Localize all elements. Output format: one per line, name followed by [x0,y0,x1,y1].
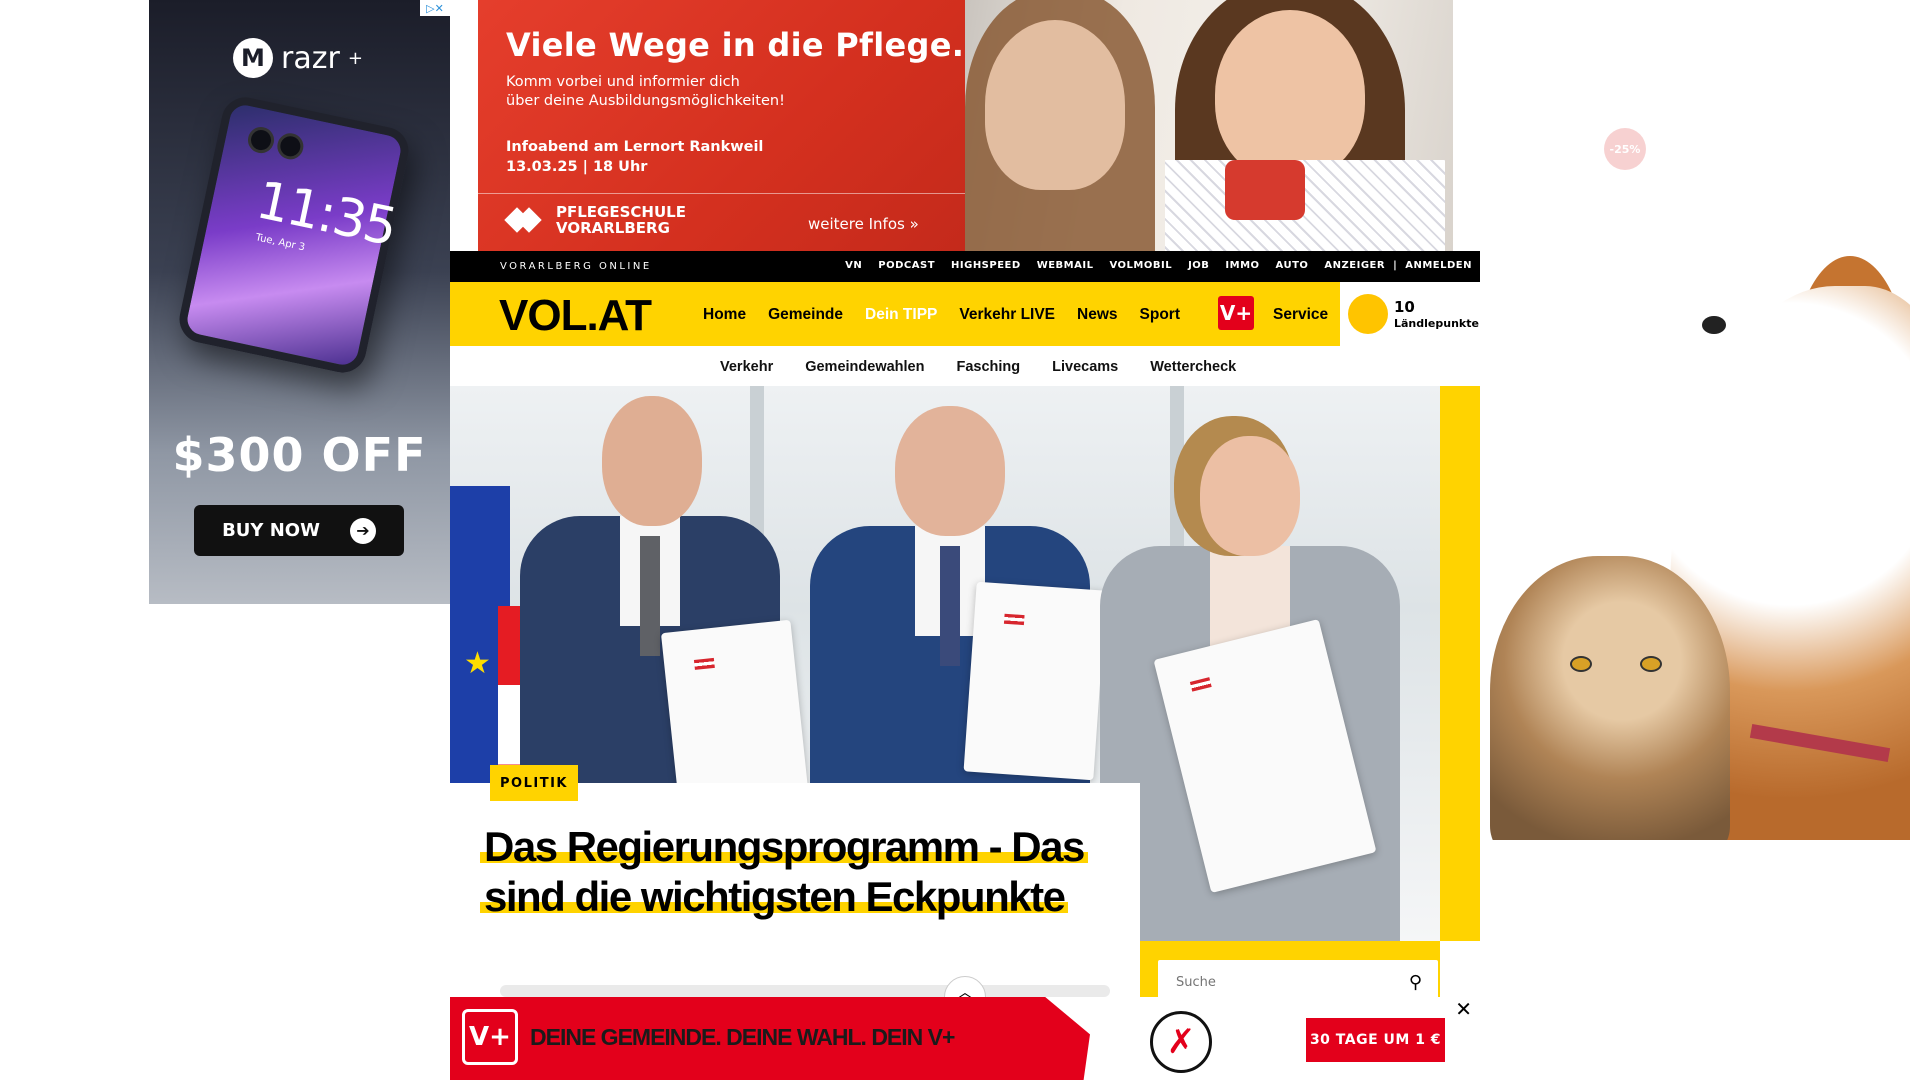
subnav-item-gemeindewahlen[interactable]: Gemeindewahlen [805,359,924,375]
topbar-separator: | [1393,260,1398,271]
brand-sup: + [347,47,363,69]
offer-text: $300 OFF [172,428,427,482]
close-icon[interactable]: ✕ [1455,997,1472,1021]
sub-nav: Verkehr Gemeindewahlen Fasching Livecams… [450,346,1480,386]
hero-side-strip [1440,386,1480,941]
carousel-track[interactable] [500,985,1110,997]
ballot-cross-icon: ✗ [1150,1011,1212,1073]
person-shirt [1165,160,1445,251]
cat-image [1490,556,1730,840]
subnav-item-verkehr[interactable]: Verkehr [720,359,773,375]
buy-now-label: BUY NOW [222,520,320,541]
topbar-link-highspeed[interactable]: HIGHSPEED [951,260,1021,271]
buy-now-button[interactable]: BUY NOW ➔ [194,505,404,556]
arrow-right-icon: ➔ [349,517,376,544]
headline-line: sind die wichtigsten Eckpunkte [480,873,1069,920]
banner-event: Infoabend am Lernort Rankweil 13.03.25 |… [506,137,826,177]
topbar-link-immo[interactable]: IMMO [1225,260,1259,271]
sticky-slogan: DEINE GEMEINDE. DEINE WAHL. DEIN V+ [530,1024,955,1050]
cat-eye [1570,656,1592,672]
person-face [985,20,1125,190]
trial-cta-button[interactable]: 30 TAGE UM 1 € [1306,1018,1445,1062]
school-name-line: VORARLBERG [556,219,670,237]
mountain-sun-icon [1348,294,1388,334]
face [895,406,1005,536]
nav-item-gemeinde[interactable]: Gemeinde [768,306,843,324]
camera-icon [274,130,306,162]
phone-image: 11:35 Tue, Apr 3 [175,92,413,378]
discount-badge[interactable]: -25% [1604,128,1646,170]
category-tag[interactable]: POLITIK [490,765,578,801]
vorarlberg-online-label[interactable]: VORARLBERG ONLINE [500,261,652,272]
banner-photo [965,0,1453,251]
nav-item-home[interactable]: Home [703,306,746,324]
pflege-banner-ad[interactable]: Viele Wege in die Pflege. Komm vorbei un… [478,0,1453,251]
event-date: 13.03.25 | 18 Uhr [506,159,648,175]
banner-subtext: Komm vorbei und informier dich über dein… [506,73,826,111]
topbar-link-anmelden[interactable]: ANMELDEN [1405,260,1472,271]
training-device [1225,160,1305,220]
headline-line: Das Regierungsprogramm - Das [480,823,1088,870]
topbar-link-anzeiger[interactable]: ANZEIGER [1324,260,1385,271]
motorola-brand: M razr + [233,38,363,78]
topbar-link-webmail[interactable]: WEBMAIL [1037,260,1094,271]
topbar-links: VN PODCAST HIGHSPEED WEBMAIL VOLMOBIL JO… [845,260,1472,271]
laendlepunkte-widget[interactable]: 10 Ländlepunkte [1340,282,1480,346]
topbar-link-volmobil[interactable]: VOLMOBIL [1109,260,1172,271]
sub-nav-items: Verkehr Gemeindewahlen Fasching Livecams… [720,359,1236,375]
face [1200,436,1300,556]
face [602,396,702,526]
person-face [1215,10,1365,180]
adchoices-icon[interactable]: ▷✕ [420,0,450,16]
school-name-line: PFLEGESCHULE [556,203,686,221]
points-label: Ländlepunkte [1394,317,1479,330]
brand-name: razr [281,40,340,76]
more-info-link[interactable]: weitere Infos » [808,215,919,233]
main-nav: VOL.AT Home Gemeinde Dein TIPP Verkehr L… [450,282,1480,346]
nav-item-sport[interactable]: Sport [1140,306,1180,324]
tie [940,546,960,666]
vplus-logo: V+ [462,1009,518,1065]
pflegeschule-logo: PFLEGESCHULE VORARLBERG [504,203,686,237]
article-headline[interactable]: Das Regierungsprogramm - Das sind die wi… [480,822,1120,922]
cat-eye [1640,656,1662,672]
nav-item-news[interactable]: News [1077,306,1118,324]
topbar-link-job[interactable]: JOB [1188,260,1209,271]
subnav-item-wettercheck[interactable]: Wettercheck [1150,359,1236,375]
motorola-skyscraper-ad[interactable]: ▷✕ M razr + 11:35 Tue, Apr 3 $300 OFF BUY… [149,0,450,604]
vplus-button[interactable]: V+ [1218,296,1254,330]
program-folder [963,581,1107,781]
subnav-item-fasching[interactable]: Fasching [956,359,1020,375]
dog-nose [1702,316,1726,334]
topbar-link-auto[interactable]: AUTO [1276,260,1309,271]
vplus-sticky-ad[interactable]: V+ DEINE GEMEINDE. DEINE WAHL. DEIN V+ ✗… [450,997,1480,1080]
vol-at-logo[interactable]: VOL.AT [499,291,652,341]
banner-divider [478,193,965,194]
motorola-logo-icon: M [233,38,273,78]
site-topbar: VORARLBERG ONLINE VN PODCAST HIGHSPEED W… [450,251,1480,282]
event-title: Infoabend am Lernort Rankweil [506,139,764,155]
tie [640,536,660,656]
subnav-item-livecams[interactable]: Livecams [1052,359,1118,375]
search-icon[interactable]: ⚲ [1409,972,1422,993]
pet-skyscraper-ad[interactable] [1490,236,1910,840]
topbar-link-vn[interactable]: VN [845,260,862,271]
camera-icon [245,124,277,156]
nav-item-verkehr-live[interactable]: Verkehr LIVE [959,306,1055,324]
topbar-link-podcast[interactable]: PODCAST [878,260,935,271]
banner-sub-line: über deine Ausbildungsmöglichkeiten! [506,93,785,109]
points-value: 10 [1394,298,1415,316]
pflegeschule-logo-icon [504,207,544,233]
banner-sub-line: Komm vorbei und informier dich [506,74,740,90]
nav-item-dein-tipp[interactable]: Dein TIPP [865,306,937,324]
banner-headline: Viele Wege in die Pflege. [506,26,965,64]
star-icon: ★ [464,646,491,681]
main-nav-items: Home Gemeinde Dein TIPP Verkehr LIVE New… [703,306,1180,324]
nav-item-service[interactable]: Service [1273,306,1328,324]
